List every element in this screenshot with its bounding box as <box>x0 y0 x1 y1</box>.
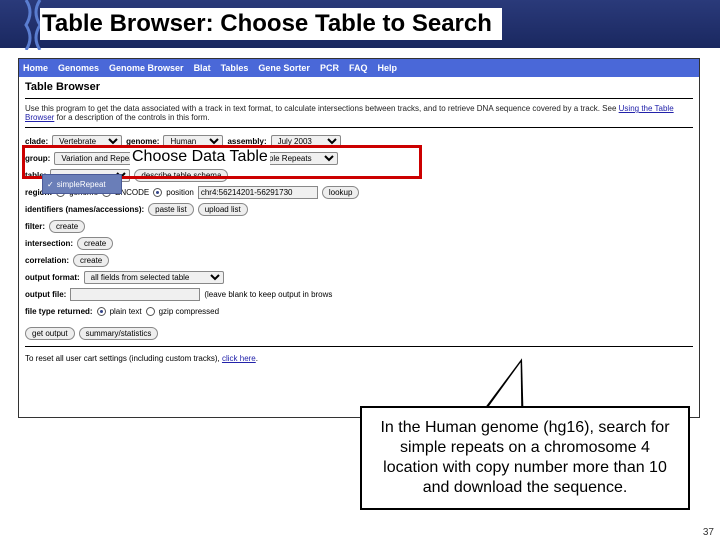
slide-title: Table Browser: Choose Table to Search <box>40 8 502 40</box>
nav-genome-browser[interactable]: Genome Browser <box>109 63 184 73</box>
row-clade: clade: Vertebrate genome: Human assembly… <box>25 134 693 148</box>
reset-pre: To reset all user cart settings (includi… <box>25 354 222 363</box>
radio-plain-text[interactable] <box>97 307 106 316</box>
label-group: group: <box>25 154 50 163</box>
select-assembly[interactable]: July 2003 <box>271 135 341 148</box>
page-heading: Table Browser <box>19 77 699 97</box>
nav-gene-sorter[interactable]: Gene Sorter <box>258 63 310 73</box>
table-browser-screenshot: Home Genomes Genome Browser Blat Tables … <box>18 58 700 418</box>
speech-bubble: In the Human genome (hg16), search for s… <box>360 406 690 510</box>
form-area: clade: Vertebrate genome: Human assembly… <box>19 129 699 345</box>
reset-text: To reset all user cart settings (includi… <box>19 348 699 369</box>
summary-button[interactable]: summary/statistics <box>79 327 159 340</box>
label-genome: genome: <box>126 137 159 146</box>
intro-pre: Use this program to get the data associa… <box>25 104 619 113</box>
intro-post: for a description of the controls in thi… <box>54 113 209 122</box>
navbar: Home Genomes Genome Browser Blat Tables … <box>19 59 699 77</box>
row-correlation: correlation: create <box>25 253 693 267</box>
radio-gzip[interactable] <box>146 307 155 316</box>
label-identifiers: identifiers (names/accessions): <box>25 205 144 214</box>
row-output-format: output format: all fields from selected … <box>25 270 693 284</box>
slide-number: 37 <box>703 527 714 538</box>
select-clade[interactable]: Vertebrate <box>52 135 122 148</box>
lookup-button[interactable]: lookup <box>322 186 360 199</box>
label-assembly: assembly: <box>227 137 266 146</box>
label-plain-text: plain text <box>110 307 142 316</box>
row-table: table: describe table schema <box>25 168 693 182</box>
create-correlation-button[interactable]: create <box>73 254 109 267</box>
divider-3 <box>25 346 693 347</box>
label-gzip: gzip compressed <box>159 307 219 316</box>
label-output-file: output file: <box>25 290 66 299</box>
select-genome[interactable]: Human <box>163 135 223 148</box>
label-output-format: output format: <box>25 273 80 282</box>
row-region: region: genome ENCODE position lookup <box>25 185 693 199</box>
describe-schema-button[interactable]: describe table schema <box>134 169 228 182</box>
row-submit: get output summary/statistics <box>25 326 693 340</box>
table-dropdown-popup[interactable]: ✓ simpleRepeat <box>42 174 122 194</box>
nav-genomes[interactable]: Genomes <box>58 63 99 73</box>
row-file-type: file type returned: plain text gzip comp… <box>25 304 693 318</box>
nav-pcr[interactable]: PCR <box>320 63 339 73</box>
get-output-button[interactable]: get output <box>25 327 75 340</box>
callout-label: Choose Data Table <box>130 148 270 166</box>
row-identifiers: identifiers (names/accessions): paste li… <box>25 202 693 216</box>
row-intersection: intersection: create <box>25 236 693 250</box>
select-output-format[interactable]: all fields from selected table <box>84 271 224 284</box>
output-file-input[interactable] <box>70 288 200 301</box>
check-icon: ✓ <box>47 180 54 189</box>
row-group: group: Variation and Repeats track: Simp… <box>25 151 693 165</box>
radio-position[interactable] <box>153 188 162 197</box>
label-filter: filter: <box>25 222 45 231</box>
nav-help[interactable]: Help <box>377 63 397 73</box>
intro-text: Use this program to get the data associa… <box>19 100 699 126</box>
label-intersection: intersection: <box>25 239 73 248</box>
position-input[interactable] <box>198 186 318 199</box>
output-file-hint: (leave blank to keep output in brows <box>204 290 332 299</box>
label-correlation: correlation: <box>25 256 69 265</box>
divider <box>25 98 693 99</box>
reset-post: . <box>256 354 258 363</box>
upload-list-button[interactable]: upload list <box>198 203 248 216</box>
create-filter-button[interactable]: create <box>49 220 85 233</box>
nav-home[interactable]: Home <box>23 63 48 73</box>
nav-tables[interactable]: Tables <box>221 63 249 73</box>
reset-link[interactable]: click here <box>222 354 256 363</box>
create-intersection-button[interactable]: create <box>77 237 113 250</box>
popup-item[interactable]: simpleRepeat <box>57 180 106 189</box>
label-file-type: file type returned: <box>25 307 93 316</box>
row-filter: filter: create <box>25 219 693 233</box>
nav-faq[interactable]: FAQ <box>349 63 368 73</box>
divider-2 <box>25 127 693 128</box>
label-clade: clade: <box>25 137 48 146</box>
nav-blat[interactable]: Blat <box>194 63 211 73</box>
paste-list-button[interactable]: paste list <box>148 203 194 216</box>
row-output-file: output file: (leave blank to keep output… <box>25 287 693 301</box>
label-region-position: position <box>166 188 194 197</box>
